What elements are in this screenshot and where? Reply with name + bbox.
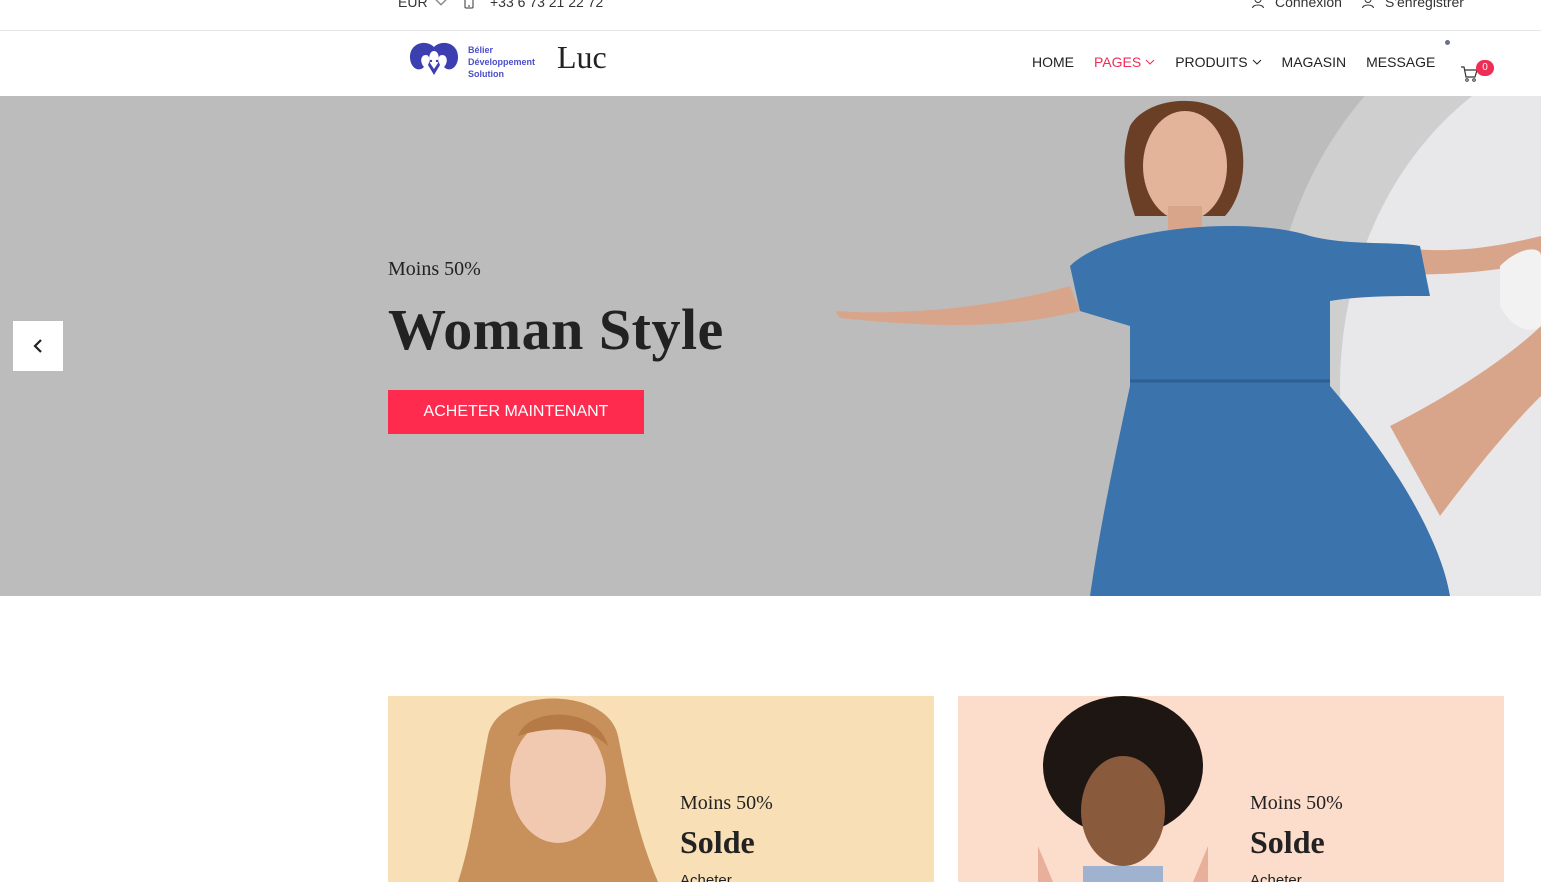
nav-label: MAGASIN (1281, 54, 1347, 70)
main-header: Bélier Développement Solution Luc HOME P… (0, 31, 1541, 96)
phone-icon (464, 0, 474, 9)
banner-shop-link[interactable]: Acheter (680, 872, 732, 882)
nav-store[interactable]: MAGASIN (1282, 54, 1347, 70)
hero-slider: Moins 50% Woman Style ACHETER MAINTENANT (0, 96, 1541, 596)
ram-logo-icon[interactable] (406, 41, 462, 79)
cart-count-badge: 0 (1476, 60, 1494, 76)
hero-title: Woman Style (388, 297, 724, 362)
nav-label: PRODUITS (1175, 54, 1248, 70)
banner-title: Solde (1250, 824, 1325, 860)
main-nav: HOME PAGES PRODUITS MAGASIN MESSAGE (1032, 54, 1435, 70)
currency-label: EUR (398, 0, 428, 10)
promo-banner[interactable]: Moins 50% Solde Acheter (388, 696, 934, 882)
banner-subtitle: Moins 50% (680, 792, 773, 814)
user-icon (1252, 0, 1264, 9)
currency-selector[interactable]: EUR (398, 0, 448, 10)
nav-label: PAGES (1094, 54, 1142, 70)
nav-pages[interactable]: PAGES (1094, 54, 1155, 70)
user-icon (1362, 0, 1374, 9)
phone-contact: +33 6 73 21 22 72 (462, 0, 603, 10)
chevron-down-icon (1145, 59, 1155, 65)
promo-banner[interactable]: Moins 50% Solde Acheter (958, 696, 1504, 882)
nav-label: MESSAGE (1366, 54, 1436, 70)
chevron-down-icon (434, 0, 447, 6)
nav-home[interactable]: HOME (1032, 54, 1074, 70)
logo-line: Solution (468, 69, 504, 79)
top-bar: EUR +33 6 73 21 22 72 Connexion S'enregi… (0, 0, 1541, 31)
register-label: S'enregistrer (1385, 0, 1464, 10)
login-label: Connexion (1275, 0, 1342, 10)
shop-now-button[interactable]: ACHETER MAINTENANT (388, 390, 644, 434)
slider-prev-button[interactable] (13, 321, 63, 371)
banner-model-image (1038, 696, 1208, 882)
hero-model-image (835, 100, 1541, 596)
logo-text: Bélier Développement Solution (468, 44, 535, 80)
chevron-left-icon (33, 339, 42, 353)
register-link[interactable]: S'enregistrer (1361, 0, 1464, 10)
banner-title: Solde (680, 824, 755, 860)
banner-shop-link[interactable]: Acheter (1250, 872, 1302, 882)
brand-name[interactable]: Luc (557, 39, 607, 76)
nav-products[interactable]: PRODUITS (1175, 54, 1261, 70)
chevron-down-icon (1252, 59, 1261, 65)
hero-subtitle: Moins 50% (388, 258, 481, 280)
phone-number: +33 6 73 21 22 72 (490, 0, 604, 10)
logo-line: Développement (468, 57, 536, 67)
banner-subtitle: Moins 50% (1250, 792, 1343, 814)
logo-line: Bélier (468, 45, 494, 55)
notification-dot (1445, 40, 1450, 45)
nav-message[interactable]: MESSAGE (1366, 54, 1435, 70)
login-link[interactable]: Connexion (1251, 0, 1342, 10)
banner-model-image (458, 698, 658, 882)
nav-label: HOME (1032, 54, 1074, 70)
